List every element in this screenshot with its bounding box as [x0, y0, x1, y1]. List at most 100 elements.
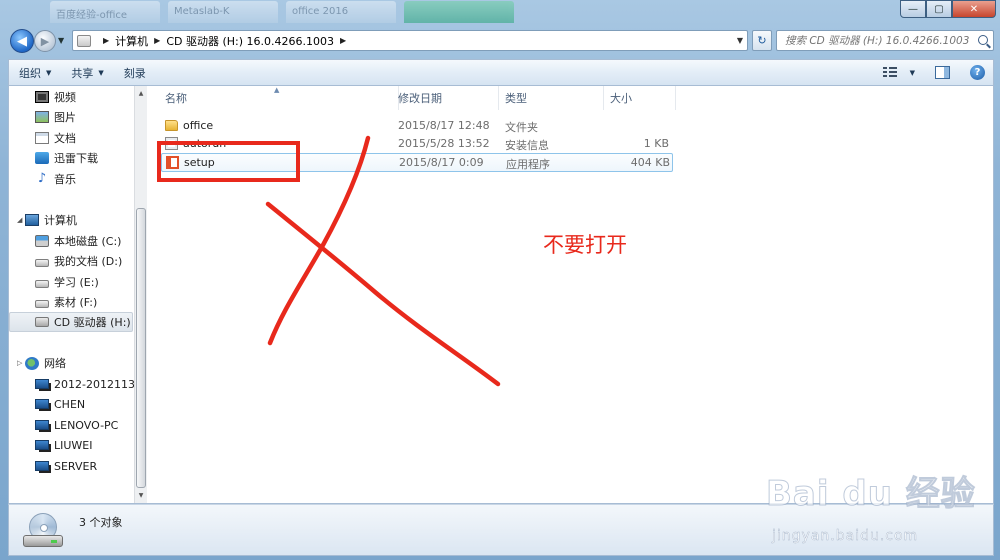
cd-drive-icon: [35, 317, 49, 327]
maximize-button[interactable]: ▢: [926, 0, 952, 18]
view-dropdown-icon[interactable]: ▼: [910, 69, 915, 77]
computer-icon: [25, 214, 39, 226]
scroll-up-icon[interactable]: ▲: [135, 86, 147, 100]
file-type: 应用程序: [506, 158, 550, 171]
share-label: 共享: [71, 66, 94, 80]
close-button[interactable]: ✕: [952, 0, 996, 18]
sidebar-item-drive-c[interactable]: 本地磁盘 (C:): [35, 231, 121, 251]
preview-pane-icon[interactable]: [935, 66, 950, 79]
address-dropdown-icon[interactable]: ▼: [737, 36, 743, 45]
window-caption-buttons: — ▢ ✕: [900, 0, 996, 18]
breadcrumb-chevron-icon[interactable]: ▶: [340, 36, 346, 45]
column-header-modified[interactable]: 修改日期: [392, 86, 499, 110]
search-icon[interactable]: [978, 35, 988, 45]
scroll-down-icon[interactable]: ▼: [135, 488, 147, 502]
file-type: 安装信息: [505, 139, 549, 152]
picture-icon: [35, 111, 49, 123]
sidebar-item-pictures[interactable]: 图片: [35, 107, 76, 127]
chevron-down-icon: ▼: [98, 68, 104, 77]
file-modified: 2015/5/28 13:52: [398, 137, 490, 150]
file-name: setup: [184, 156, 215, 169]
sidebar-item-host[interactable]: LENOVO-PC: [35, 415, 118, 435]
history-dropdown-icon[interactable]: ▼: [58, 36, 64, 45]
file-name: autorun: [183, 137, 227, 150]
sidebar-item-host[interactable]: 2012-20121130: [35, 374, 142, 394]
file-list-view: 名称 ▲ 修改日期 类型 大小 office 2015/8/17 12:48 文…: [147, 86, 993, 503]
sidebar-item-label: 本地磁盘 (C:): [54, 235, 122, 248]
sidebar-item-host[interactable]: SERVER: [35, 456, 97, 476]
ghost-tab-active: [404, 1, 514, 23]
file-size: 1 KB: [643, 137, 669, 150]
expand-arrow-icon[interactable]: ▷: [17, 359, 22, 367]
column-header-size[interactable]: 大小: [604, 86, 676, 110]
file-row-office[interactable]: office 2015/8/17 12:48 文件夹: [161, 117, 673, 136]
burn-button[interactable]: 刻录: [114, 62, 156, 84]
ghost-tab: Metaslab-K: [168, 1, 278, 23]
search-input[interactable]: [777, 31, 993, 50]
address-bar[interactable]: ▶ 计算机 ▶ CD 驱动器 (H:) 16.0.4266.1003 ▶ ▼: [72, 30, 748, 51]
network-computer-icon: [35, 420, 49, 430]
system-drive-icon: [35, 235, 49, 247]
ghost-tab: office 2016: [286, 1, 396, 23]
view-options-icon[interactable]: [882, 66, 899, 79]
network-computer-icon: [35, 461, 49, 471]
file-size: 404 KB: [630, 156, 670, 169]
sidebar-item-label: SERVER: [54, 459, 98, 473]
sidebar-item-network[interactable]: 网络: [25, 353, 66, 373]
sidebar-item-host[interactable]: LIUWEI: [35, 435, 93, 455]
file-modified: 2015/8/17 0:09: [399, 156, 484, 169]
share-button[interactable]: 共享 ▼: [61, 62, 113, 84]
file-row-autorun[interactable]: autorun 2015/5/28 13:52 安装信息 1 KB: [161, 135, 673, 154]
file-row-setup[interactable]: setup 2015/8/17 0:09 应用程序 404 KB: [161, 153, 673, 172]
drive-icon: [35, 279, 49, 288]
sidebar-item-label: 图片: [54, 111, 76, 124]
sidebar-item-host[interactable]: CHEN: [35, 394, 85, 414]
video-icon: [35, 91, 49, 103]
download-icon: [35, 152, 49, 164]
document-icon: [35, 132, 49, 144]
organize-button[interactable]: 组织 ▼: [9, 62, 61, 84]
sidebar-item-label: 文档: [54, 132, 76, 145]
minimize-button[interactable]: —: [900, 0, 926, 18]
column-headers: 名称 ▲ 修改日期 类型 大小: [147, 86, 687, 110]
network-icon: [25, 356, 39, 370]
sidebar-item-label: 我的文档 (D:): [54, 255, 123, 268]
sidebar-item-label: LENOVO-PC: [54, 418, 119, 432]
breadcrumb-cd-drive[interactable]: CD 驱动器 (H:) 16.0.4266.1003: [166, 33, 334, 49]
file-modified: 2015/8/17 12:48: [398, 119, 490, 132]
refresh-button[interactable]: ↻: [752, 30, 772, 51]
sidebar-item-computer[interactable]: 计算机: [25, 210, 77, 230]
forward-button[interactable]: ▶: [34, 30, 56, 52]
chevron-down-icon: ▼: [46, 68, 52, 77]
sidebar-item-cd-drive[interactable]: CD 驱动器 (H:): [9, 312, 133, 332]
sidebar-item-label: CHEN: [54, 397, 86, 411]
breadcrumb-chevron-icon[interactable]: ▶: [103, 36, 109, 45]
help-icon[interactable]: ?: [970, 65, 985, 80]
ghost-tab: 百度经验-office: [50, 1, 160, 23]
music-icon: ♪: [37, 171, 47, 186]
scrollbar-thumb[interactable]: [136, 208, 146, 488]
search-box[interactable]: [776, 30, 994, 51]
sidebar-item-thunder-downloads[interactable]: 迅雷下载: [35, 148, 98, 168]
warning-note: 不要打开: [543, 233, 627, 257]
sidebar-item-documents[interactable]: 文档: [35, 128, 76, 148]
sidebar-item-drive-f[interactable]: 素材 (F:): [35, 292, 97, 312]
baidu-jingyan-watermark: Bai du 经验 jingyan.baidu.com: [766, 466, 992, 556]
drive-icon: [77, 34, 91, 47]
sidebar-item-music[interactable]: ♪ 音乐: [35, 169, 76, 189]
back-button[interactable]: ◀: [10, 29, 34, 53]
breadcrumb-computer[interactable]: 计算机: [115, 33, 148, 49]
navigation-scrollbar[interactable]: ▲ ▼: [134, 86, 147, 503]
sidebar-item-videos[interactable]: 视频: [35, 87, 76, 107]
sidebar-item-drive-e[interactable]: 学习 (E:): [35, 272, 99, 292]
drive-icon: [35, 299, 49, 308]
sidebar-item-label: 2012-20121130: [54, 377, 142, 391]
sidebar-item-drive-d[interactable]: 我的文档 (D:): [35, 251, 122, 271]
column-header-type[interactable]: 类型: [499, 86, 604, 110]
watermark-logo: Bai du 经验: [766, 474, 976, 515]
navigation-bar: ◀ ▶ ▼ ▶ 计算机 ▶ CD 驱动器 (H:) 16.0.4266.1003…: [0, 27, 1000, 55]
collapse-arrow-icon[interactable]: ◢: [17, 216, 22, 224]
navigation-pane: 视频 图片 文档 迅雷下载 ♪ 音乐 ◢ 计算机 本地磁盘 (C:) 我的文档 …: [9, 86, 147, 503]
breadcrumb-chevron-icon[interactable]: ▶: [154, 36, 160, 45]
sidebar-item-label: 迅雷下载: [54, 152, 98, 165]
